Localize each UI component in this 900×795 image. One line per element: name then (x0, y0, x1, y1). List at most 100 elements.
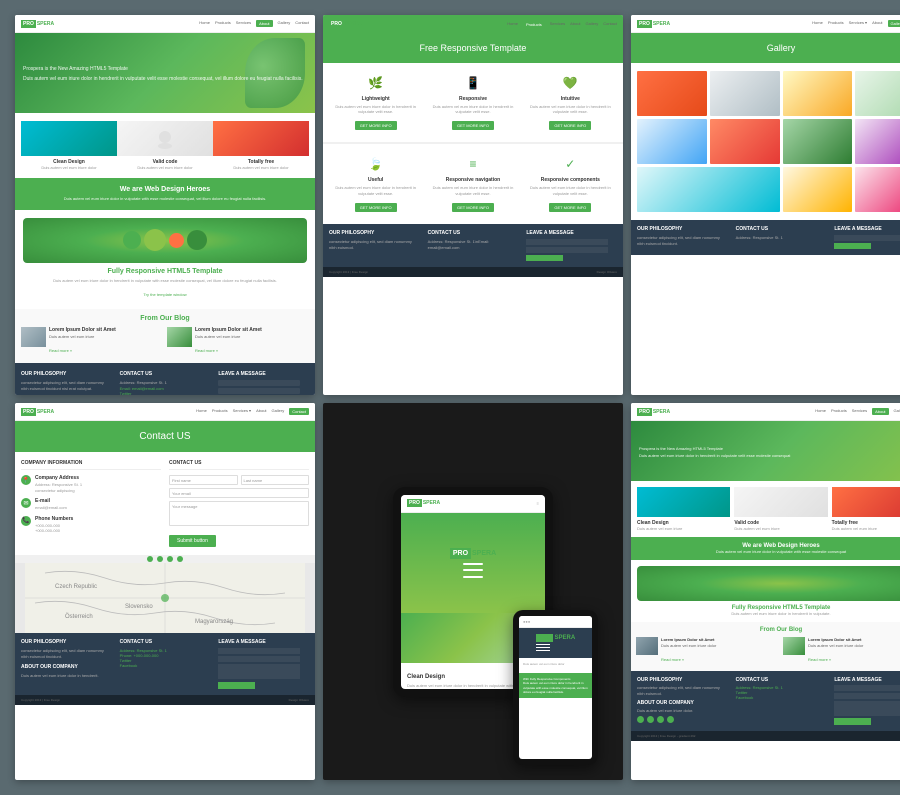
card3-gallery-banner: Gallery (631, 33, 900, 63)
c4-nav-products[interactable]: Products (212, 408, 228, 415)
c4-footer-submit[interactable] (218, 682, 254, 689)
nav-contact[interactable]: Contact (295, 20, 309, 27)
message-textarea[interactable]: Your message (169, 501, 309, 526)
feat-useful-btn[interactable]: GET MORE INFO (355, 203, 397, 212)
first-name-input[interactable]: First name (169, 475, 238, 485)
gallery-item-8[interactable] (855, 119, 900, 164)
fruits-link[interactable]: Try the template window (143, 292, 186, 297)
map-svg: Czech Republic Slovensko Magyarország Ös… (15, 563, 315, 633)
gallery-item-3[interactable] (783, 71, 853, 116)
feat-lightweight-btn[interactable]: GET MORE INFO (355, 121, 397, 130)
c2-nav-services[interactable]: Services (550, 21, 565, 28)
social-dot-2[interactable] (157, 556, 163, 562)
footer-col-philosophy: OUR PHILOSOPHY consectetur adipiscing el… (21, 371, 112, 395)
card1-features: Clean Design Duis autem vel eum iriure d… (15, 113, 315, 178)
c4-footer-facebook[interactable]: Facebook (120, 663, 211, 668)
c3-nav-about[interactable]: About (872, 20, 882, 27)
social-dot-3[interactable] (167, 556, 173, 562)
c6-nav-home[interactable]: Home (815, 408, 826, 415)
c2-nav-products[interactable]: Products (523, 21, 545, 28)
c3-nav-home[interactable]: Home (812, 20, 823, 27)
feat-lightweight-desc: Duis autem vel eum iriure dolor in hendr… (329, 104, 422, 114)
c6-footer-about-text: Duis autem vel eum iriure dolor. (637, 708, 728, 714)
c3-nav-services[interactable]: Services ▾ (849, 20, 867, 27)
c6-social-2[interactable] (647, 716, 654, 723)
gallery-item-6[interactable] (710, 119, 780, 164)
email-input[interactable]: Your email (169, 488, 309, 498)
footer-twitter[interactable]: Twitter (120, 391, 211, 395)
gallery-item-10[interactable] (783, 167, 853, 212)
nav-services[interactable]: Services (236, 20, 251, 27)
c3-nav-gallery[interactable]: Gallery (888, 20, 900, 27)
feat-components-btn[interactable]: GET MORE INFO (549, 203, 591, 212)
c6-nav-gallery[interactable]: Gallery (894, 408, 900, 415)
c2-footer-col-3: LEAVE A MESSAGE (526, 230, 617, 261)
feat-nav-btn[interactable]: GET MORE INFO (452, 203, 494, 212)
c2-nav-home[interactable]: Home (507, 21, 518, 28)
card4-navbar: PRO SPERA Home Products Services ▾ About… (15, 403, 315, 421)
card2-feat-nav: ≡ Responsive navigation Duis autem vel e… (426, 154, 519, 213)
c3-nav-products[interactable]: Products (828, 20, 844, 27)
contact-submit-button[interactable]: Submit button (169, 535, 216, 547)
nav-home[interactable]: Home (199, 20, 210, 27)
c3-footer-submit[interactable] (834, 243, 870, 249)
c2-nav-gallery[interactable]: Gallery (586, 21, 599, 28)
blog-read-more-1[interactable]: Read more » (49, 348, 72, 353)
c6-footer-submit[interactable] (834, 718, 870, 725)
c6-social-3[interactable] (657, 716, 664, 723)
gallery-item-4[interactable] (855, 71, 900, 116)
gallery-item-5[interactable] (637, 119, 707, 164)
c6-blog-title-1: Lorem Ipsum Dolor sit Amet (661, 637, 716, 642)
social-dot-1[interactable] (147, 556, 153, 562)
c2-nav-about[interactable]: About (570, 21, 580, 28)
feat-intuitive-btn[interactable]: GET MORE INFO (549, 121, 591, 130)
c2-copyright: Copyright 2013 | Free Design (329, 270, 368, 274)
c6-footer-col-2: CONTACT US Address: Responsive St. 1 Twi… (736, 677, 827, 725)
card1-hero-heading: Prospera is the New Amazing HTML5 Templa… (23, 66, 303, 73)
mobile-hero-spera: SPERA (555, 635, 576, 641)
gallery-item-1[interactable] (637, 71, 707, 116)
c2-footer-submit[interactable] (526, 255, 562, 261)
last-name-input[interactable]: Last name (241, 475, 310, 485)
card3-logo: PRO SPERA (637, 20, 670, 28)
email-title: E-mail (35, 498, 67, 504)
c6-read-more-2[interactable]: Read more » (808, 657, 831, 662)
footer-col-2-heading: CONTACT US (120, 371, 211, 377)
c6-fruits-text: Duis autem vel eum iriure dolor in hendr… (637, 611, 900, 616)
c4-footer-heading-2: CONTACT US (120, 639, 211, 645)
gallery-item-11[interactable] (855, 167, 900, 212)
card4-map: Czech Republic Slovensko Magyarország Ös… (15, 563, 315, 633)
card4-logo-spera: SPERA (37, 409, 54, 415)
gallery-item-9[interactable] (637, 167, 780, 212)
c6-read-more-1[interactable]: Read more » (661, 657, 684, 662)
card6-nav-links: Home Products Services About Gallery Con… (815, 408, 900, 415)
nav-gallery[interactable]: Gallery (278, 20, 291, 27)
mobile-green-section: With Fully Responsive Components Duis au… (519, 673, 592, 698)
c2-nav-contact[interactable]: Contact (603, 21, 617, 28)
gallery-item-7[interactable] (783, 119, 853, 164)
c4-nav-services[interactable]: Services ▾ (233, 408, 251, 415)
blog-read-more-2[interactable]: Read more » (195, 348, 218, 353)
c4-nav-gallery[interactable]: Gallery (272, 408, 285, 415)
card4-logo-pro: PRO (21, 408, 36, 416)
form-name-row: First name Last name (169, 475, 309, 485)
c4-nav-about[interactable]: About (256, 408, 266, 415)
c6-nav-products[interactable]: Products (831, 408, 847, 415)
c6-blog-title-2: Lorem Ipsum Dolor sit Amet (808, 637, 863, 642)
nav-about[interactable]: About (256, 20, 272, 27)
card4-logo: PRO SPERA (21, 408, 54, 416)
nav-products[interactable]: Products (215, 20, 231, 27)
c4-nav-contact[interactable]: Contact (289, 408, 309, 415)
c6-nav-services[interactable]: Services (852, 408, 867, 415)
c4-nav-home[interactable]: Home (196, 408, 207, 415)
blog-text-1: Duis autem vel eum iriure (49, 334, 116, 339)
c6-social-1[interactable] (637, 716, 644, 723)
c6-footer-facebook[interactable]: Facebook (736, 695, 827, 700)
feat-useful-title: Useful (329, 177, 422, 183)
social-dot-4[interactable] (177, 556, 183, 562)
c6-social-4[interactable] (667, 716, 674, 723)
c6-nav-about[interactable]: About (872, 408, 888, 415)
card1-blog: From Our Blog Lorem Ipsum Dolor sit Amet… (15, 309, 315, 363)
feat-responsive-btn[interactable]: GET MORE INFO (452, 121, 494, 130)
gallery-item-2[interactable] (710, 71, 780, 116)
